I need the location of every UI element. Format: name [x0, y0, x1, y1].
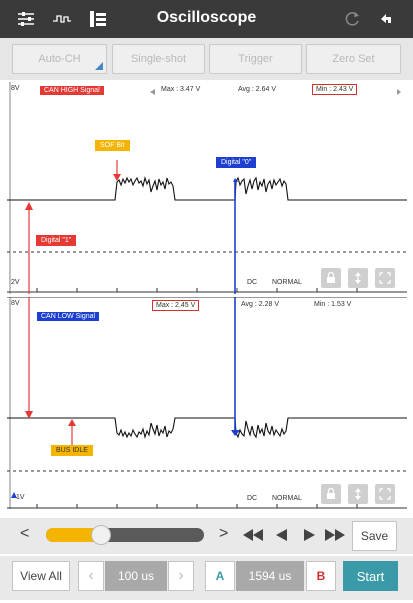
fast-forward-icon[interactable] [325, 529, 345, 541]
auto-ch-label: Auto-CH [38, 53, 81, 65]
channel2-waveform [7, 297, 407, 509]
progress-knob[interactable] [91, 525, 112, 545]
sof-bit-annotation: SOF Bit [95, 140, 130, 151]
digital-0-annotation: Digital "0" [216, 157, 257, 168]
cursor-a-button[interactable]: A [205, 561, 235, 591]
ch2-bottom-voltage: 1V [16, 494, 25, 501]
digital-1-annotation: Digital "1" [36, 235, 77, 246]
channel2-panel[interactable]: 8V CAN LOW Signal Max : 2.45 V Avg : 2.2… [7, 297, 407, 509]
ch2-top-voltage: 8V [11, 300, 20, 307]
channel1-waveform [7, 82, 407, 294]
ch2-avg: Avg : 2.28 V [241, 301, 280, 308]
vertical-arrows-icon [355, 272, 361, 284]
auto-ch-button[interactable]: Auto-CH [12, 44, 107, 74]
ch1-coupling: DC [247, 279, 258, 286]
ch2-vertical-scale-button[interactable] [348, 484, 368, 504]
prev-button[interactable]: < [20, 525, 29, 543]
cursor-b-button[interactable]: B [306, 561, 336, 591]
timebase-decrease-button[interactable]: ‹ [78, 561, 104, 591]
ch2-lock-button[interactable] [321, 484, 341, 504]
ch1-vertical-scale-button[interactable] [348, 268, 368, 288]
expand-icon [379, 488, 391, 500]
ch1-mode: NORMAL [272, 279, 302, 286]
view-all-button[interactable]: View All [12, 561, 70, 591]
progress-track[interactable] [46, 525, 204, 545]
ch1-top-voltage: 8V [11, 85, 20, 92]
bus-idle-annotation: BUS IDLE [51, 445, 93, 456]
play-icon[interactable] [303, 529, 315, 541]
ch1-max: Max : 3.47 V [161, 86, 201, 93]
save-button[interactable]: Save [352, 521, 397, 551]
dropdown-corner-icon [95, 62, 103, 70]
ch1-min: Min : 2.43 V [312, 84, 358, 95]
ch1-signal-label: CAN HIGH Signal [40, 86, 104, 95]
step-back-icon[interactable] [276, 529, 288, 541]
expand-icon [379, 272, 391, 284]
refresh-icon[interactable] [340, 7, 364, 31]
trigger-button[interactable]: Trigger [209, 44, 302, 74]
ch1-fullscreen-button[interactable] [375, 268, 395, 288]
zero-set-button[interactable]: Zero Set [306, 44, 401, 74]
single-shot-button[interactable]: Single-shot [112, 44, 205, 74]
title-bar: Oscilloscope [0, 0, 413, 38]
rewind-icon[interactable] [243, 529, 263, 541]
cursor-value: 1594 us [236, 561, 304, 591]
ch2-fullscreen-button[interactable] [375, 484, 395, 504]
channel1-panel[interactable]: 8V CAN HIGH Signal Max : 3.47 V Avg : 2.… [7, 82, 407, 294]
ch2-signal-label: CAN LOW Signal [37, 312, 100, 321]
lock-icon [327, 488, 335, 499]
ch1-bottom-voltage: 2V [11, 279, 20, 286]
ch1-avg: Avg : 2.64 V [238, 86, 277, 93]
ch2-mode: NORMAL [272, 495, 302, 502]
timebase-value: 100 us [105, 561, 167, 591]
ch1-lock-button[interactable] [321, 268, 341, 288]
timebase-increase-button[interactable]: › [168, 561, 194, 591]
lock-icon [327, 272, 335, 283]
bottom-bar: View All ‹ 100 us › A 1594 us B Start [0, 556, 413, 600]
mode-bar: Auto-CH Single-shot Trigger Zero Set [0, 38, 413, 80]
next-button[interactable]: > [219, 525, 228, 543]
ch2-min: Min : 1.53 V [314, 301, 352, 308]
ch2-coupling: DC [247, 495, 258, 502]
vertical-arrows-icon [355, 488, 361, 500]
ch2-max: Max : 2.45 V [152, 300, 200, 311]
back-icon[interactable] [374, 7, 398, 31]
start-button[interactable]: Start [343, 561, 398, 591]
playback-bar: < > Save [0, 518, 413, 554]
